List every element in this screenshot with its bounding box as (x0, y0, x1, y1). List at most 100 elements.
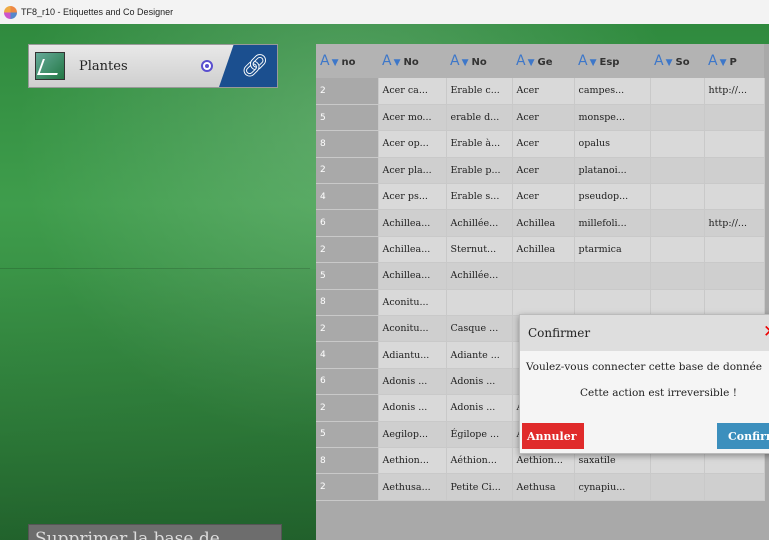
database-select-radio[interactable] (201, 60, 213, 72)
table-cell[interactable]: Sternut... (446, 236, 513, 264)
table-cell[interactable] (704, 130, 765, 158)
table-cell[interactable]: Achillea... (378, 236, 447, 264)
sort-icon[interactable]: A (578, 53, 588, 69)
table-cell[interactable]: Aconitu... (378, 289, 447, 317)
table-cell[interactable]: opalus (574, 130, 651, 158)
column-header[interactable]: A ▼ No (446, 44, 512, 78)
table-cell[interactable]: Achillée... (446, 262, 513, 290)
chevron-down-icon[interactable]: ▼ (332, 58, 339, 68)
table-cell[interactable]: Acer op... (378, 130, 447, 158)
table-cell[interactable] (650, 209, 705, 237)
table-cell[interactable] (512, 289, 575, 317)
table-cell[interactable] (650, 130, 705, 158)
sort-icon[interactable]: A (708, 53, 718, 69)
table-cell[interactable]: Acer (512, 130, 575, 158)
table-cell[interactable]: Achillea... (378, 209, 447, 237)
table-cell[interactable]: erable d... (446, 104, 513, 132)
table-cell[interactable]: 2 (316, 157, 379, 185)
table-cell[interactable]: 6 (316, 209, 379, 237)
sort-icon[interactable]: A (516, 53, 526, 69)
table-cell[interactable]: Achillée... (446, 209, 513, 237)
table-cell[interactable]: 8 (316, 130, 379, 158)
chevron-down-icon[interactable]: ▼ (394, 58, 401, 68)
table-cell[interactable]: 8 (316, 447, 379, 475)
table-cell[interactable]: 6 (316, 368, 379, 396)
table-cell[interactable]: http://... (704, 78, 765, 105)
table-cell[interactable] (650, 104, 705, 132)
table-row[interactable]: 5 Acer mo... erable d... Acer monspe... (316, 104, 765, 132)
table-cell[interactable]: Aconitu... (378, 315, 447, 343)
column-header[interactable]: A ▼ No (378, 44, 446, 78)
column-header[interactable]: A ▼ no (316, 44, 378, 78)
table-cell[interactable] (704, 157, 765, 185)
table-cell[interactable]: Acer ps... (378, 183, 447, 211)
table-cell[interactable]: Adonis ... (378, 394, 447, 422)
table-cell[interactable]: 2 (316, 78, 379, 105)
table-cell[interactable]: Adiante ... (446, 341, 513, 369)
table-cell[interactable] (650, 78, 705, 105)
table-cell[interactable] (650, 262, 705, 290)
table-cell[interactable]: http://... (704, 209, 765, 237)
close-icon[interactable]: ✕ (763, 322, 769, 342)
table-row[interactable]: 4 Acer ps... Erable s... Acer pseudop... (316, 183, 765, 211)
table-cell[interactable]: Adiantu... (378, 341, 447, 369)
table-cell[interactable]: monspe... (574, 104, 651, 132)
table-cell[interactable]: Aegilop... (378, 421, 447, 448)
table-cell[interactable]: Adonis ... (446, 368, 513, 396)
table-cell[interactable] (574, 289, 651, 317)
table-cell[interactable] (650, 183, 705, 211)
table-cell[interactable]: Égilope ... (446, 421, 513, 448)
table-cell[interactable]: Erable p... (446, 157, 513, 185)
table-cell[interactable] (704, 236, 765, 264)
column-header[interactable]: A ▼ So (650, 44, 704, 78)
sort-icon[interactable]: A (654, 53, 664, 69)
table-cell[interactable] (512, 262, 575, 290)
table-cell[interactable]: Acer ca... (378, 78, 447, 105)
table-cell[interactable]: Acer (512, 78, 575, 105)
table-cell[interactable]: platanoi... (574, 157, 651, 185)
table-cell[interactable]: Acer pla... (378, 157, 447, 185)
table-cell[interactable]: cynapiu... (574, 473, 651, 501)
table-cell[interactable] (704, 104, 765, 132)
table-cell[interactable] (704, 473, 765, 501)
chevron-down-icon[interactable]: ▼ (462, 58, 469, 68)
table-row[interactable]: 2 Acer pla... Erable p... Acer platanoi... (316, 157, 765, 185)
table-cell[interactable]: millefoli... (574, 209, 651, 237)
table-cell[interactable]: ptarmica (574, 236, 651, 264)
table-cell[interactable]: 8 (316, 289, 379, 317)
table-cell[interactable]: Erable c... (446, 78, 513, 105)
table-cell[interactable]: Erable s... (446, 183, 513, 211)
table-cell[interactable]: 5 (316, 104, 379, 132)
table-cell[interactable] (574, 262, 651, 290)
table-cell[interactable]: Petite Ci... (446, 473, 513, 501)
table-cell[interactable]: Acer (512, 157, 575, 185)
chevron-down-icon[interactable]: ▼ (666, 58, 673, 68)
table-cell[interactable]: Adonis ... (446, 394, 513, 422)
table-cell[interactable] (650, 157, 705, 185)
sort-icon[interactable]: A (450, 53, 460, 69)
table-cell[interactable] (704, 289, 765, 317)
table-cell[interactable]: campes... (574, 78, 651, 105)
table-row[interactable]: 6 Achillea... Achillée... Achillea millefoli… (316, 209, 765, 237)
table-cell[interactable]: 4 (316, 183, 379, 211)
table-cell[interactable]: pseudop... (574, 183, 651, 211)
table-cell[interactable]: Achillea (512, 236, 575, 264)
confirm-button[interactable]: Confirm (717, 423, 769, 449)
chevron-down-icon[interactable]: ▼ (528, 58, 535, 68)
table-cell[interactable] (446, 289, 513, 317)
table-cell[interactable]: Aéthion... (446, 447, 513, 475)
table-cell[interactable]: 5 (316, 262, 379, 290)
table-cell[interactable]: Acer (512, 183, 575, 211)
table-cell[interactable]: Achillea... (378, 262, 447, 290)
delete-database-button[interactable]: Supprimer la base de (28, 524, 282, 540)
table-row[interactable]: 8 Acer op... Erable à... Acer opalus (316, 130, 765, 158)
column-header[interactable]: A ▼ Ge (512, 44, 574, 78)
table-cell[interactable] (650, 289, 705, 317)
table-cell[interactable] (650, 236, 705, 264)
column-header[interactable]: A ▼ Esp (574, 44, 650, 78)
cancel-button[interactable]: Annuler (522, 423, 584, 449)
table-cell[interactable]: Erable à... (446, 130, 513, 158)
chevron-down-icon[interactable]: ▼ (590, 58, 597, 68)
table-cell[interactable]: 2 (316, 473, 379, 501)
table-cell[interactable] (704, 183, 765, 211)
